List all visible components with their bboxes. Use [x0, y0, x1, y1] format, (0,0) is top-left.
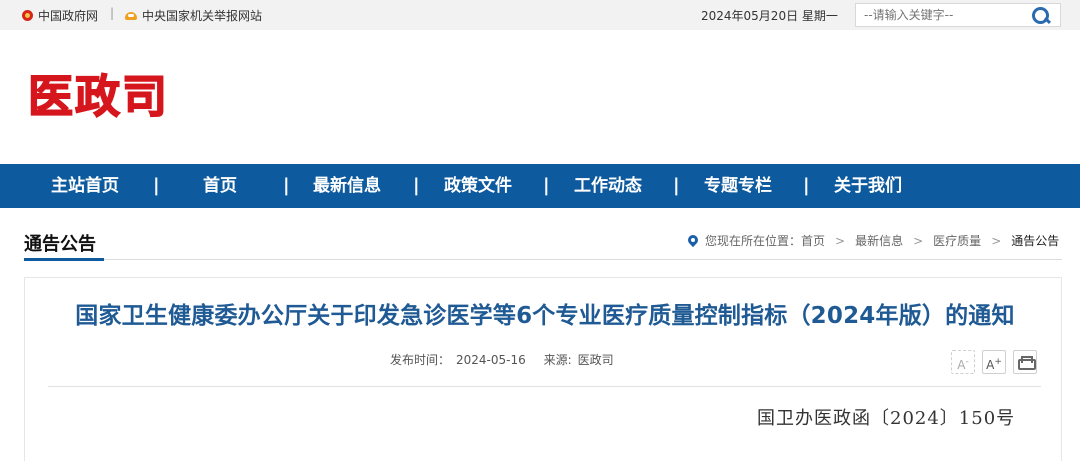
source-value: 医政司 — [577, 353, 614, 367]
breadcrumb-item-latest-info[interactable]: 最新信息 — [855, 233, 903, 249]
report-site-label: 中央国家机关举报网站 — [142, 9, 263, 23]
printer-icon — [1018, 356, 1036, 370]
section-title-underline — [24, 258, 104, 261]
search-box — [855, 3, 1061, 27]
search-icon[interactable] — [1026, 4, 1054, 26]
breadcrumb: 您现在所在位置： 首页 > 最新信息 > 医疗质量 > 通告公告 — [688, 233, 1059, 249]
nav-separator: | — [153, 175, 160, 196]
section-divider — [24, 259, 1062, 260]
nav-item-special-topics[interactable]: 专题专栏 — [704, 164, 772, 208]
chevron-right-icon: > — [835, 234, 846, 248]
breadcrumb-item-current: 通告公告 — [1011, 234, 1060, 248]
site-logo[interactable]: 医政司 — [27, 69, 169, 124]
nav-separator: | — [543, 175, 550, 196]
topbar-separator: | — [110, 6, 115, 20]
section-title: 通告公告 — [24, 234, 96, 255]
national-emblem-icon — [22, 10, 33, 21]
location-pin-icon — [688, 235, 698, 248]
top-utility-bar: 中国政府网 | 中央国家机关举报网站 2024年05月20日 星期一 — [0, 0, 1080, 30]
gov-site-link[interactable]: 中国政府网 — [22, 7, 98, 24]
source-label: 来源: — [543, 353, 572, 367]
print-button[interactable] — [1013, 350, 1037, 374]
breadcrumb-item-medical-quality[interactable]: 医疗质量 — [933, 233, 981, 249]
article-divider — [48, 386, 1041, 387]
breadcrumb-item-home[interactable]: 首页 — [801, 233, 825, 249]
chevron-right-icon: > — [913, 234, 924, 248]
font-increase-button[interactable]: A+ — [982, 350, 1006, 374]
nav-item-work-news[interactable]: 工作动态 — [574, 164, 642, 208]
report-logo-icon — [125, 10, 137, 21]
gov-site-label: 中国政府网 — [38, 9, 99, 23]
document-number: 国卫办医政函〔2024〕150号 — [757, 408, 1016, 429]
nav-separator: | — [413, 175, 420, 196]
nav-item-latest-info[interactable]: 最新信息 — [313, 164, 381, 208]
nav-separator: | — [283, 175, 290, 196]
article-meta: 发布时间： 2024-05-16 来源: 医政司 — [390, 351, 620, 368]
chevron-right-icon: > — [991, 234, 1002, 248]
current-date: 2024年05月20日 星期一 — [701, 9, 838, 23]
nav-item-policy-docs[interactable]: 政策文件 — [444, 164, 512, 208]
nav-item-about-us[interactable]: 关于我们 — [834, 164, 902, 208]
nav-item-main-home[interactable]: 主站首页 — [51, 164, 119, 208]
breadcrumb-prefix: 您现在所在位置： — [705, 234, 802, 248]
report-site-link[interactable]: 中央国家机关举报网站 — [125, 7, 262, 24]
article-title: 国家卫生健康委办公厅关于印发急诊医学等6个专业医疗质量控制指标（2024年版）的… — [75, 303, 1015, 329]
main-nav: 主站首页 | 首页 | 最新信息 | 政策文件 | 工作动态 | 专题专栏 | … — [0, 164, 1080, 208]
nav-separator: | — [673, 175, 680, 196]
nav-item-home[interactable]: 首页 — [203, 164, 237, 208]
font-decrease-button[interactable]: A- — [951, 350, 975, 374]
nav-separator: | — [803, 175, 810, 196]
publish-time-label: 发布时间： — [390, 353, 451, 367]
search-input[interactable] — [856, 8, 1026, 22]
publish-date: 2024-05-16 — [456, 353, 526, 367]
